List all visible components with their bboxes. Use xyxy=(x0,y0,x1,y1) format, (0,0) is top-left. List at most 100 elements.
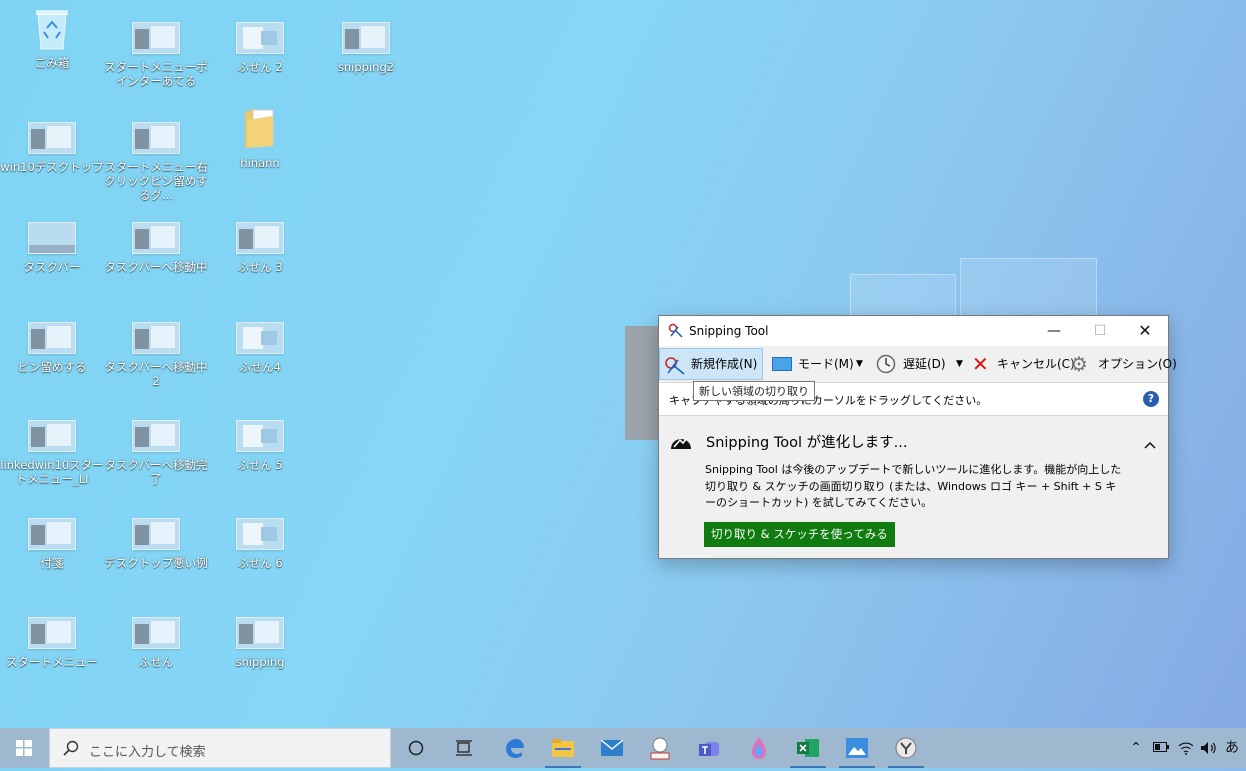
image-file-icon xyxy=(236,22,284,54)
image-file-icon xyxy=(132,518,180,550)
desktop-icon-label: ピン留めする xyxy=(17,360,87,374)
image-file-icon xyxy=(28,617,76,649)
desktop-icon[interactable]: デスクトップ悪い例 xyxy=(104,518,208,570)
image-file-icon xyxy=(132,322,180,354)
app-button[interactable] xyxy=(636,728,684,768)
desktop-icon-label: ふせん4 xyxy=(239,360,281,374)
cancel-x-icon: ✕ xyxy=(972,352,989,376)
desktop-icon[interactable]: タスクバーへ移動完了 xyxy=(104,420,208,486)
photos-icon xyxy=(846,738,868,758)
desktop-icon-label: ごみ箱 xyxy=(34,56,70,70)
desktop-icon[interactable]: win10デスクトップ xyxy=(0,122,104,174)
desktop-icon[interactable]: スタートメニュー右クリックピン留めするグ... xyxy=(104,122,208,202)
app-icon xyxy=(650,737,670,760)
try-snip-sketch-button[interactable]: 切り取り & スケッチを使ってみる xyxy=(704,522,895,547)
new-snip-button[interactable]: 新規作成(N) xyxy=(659,348,763,380)
mode-label: モード(M) xyxy=(798,357,854,371)
desktop-icon[interactable]: snipping2 xyxy=(314,22,418,74)
title-bar[interactable]: Snipping Tool — ☐ ✕ xyxy=(659,316,1168,346)
desktop-icon[interactable]: タスクバーへ移動中 xyxy=(104,222,208,274)
help-icon[interactable]: ? xyxy=(1143,391,1159,407)
minimize-button[interactable]: — xyxy=(1031,316,1077,346)
paint-button[interactable] xyxy=(735,728,783,768)
desktop-icon[interactable]: スタートメニューポインターあてる xyxy=(104,22,208,88)
rect-mode-icon xyxy=(772,357,792,371)
desktop-icon-label: デスクトップ悪い例 xyxy=(104,556,208,570)
cortana-icon xyxy=(408,740,424,756)
options-label: オプション(O) xyxy=(1098,357,1177,371)
paint-icon xyxy=(752,737,766,759)
desktop-icon-label: タスクバーへ移動中 xyxy=(104,260,208,274)
start-button[interactable] xyxy=(0,728,48,768)
new-snip-label: 新規作成(N) xyxy=(691,357,758,371)
desktop-icon[interactable]: ごみ箱 xyxy=(0,8,104,70)
options-button[interactable]: ⚙ オプション(O) xyxy=(1070,349,1177,379)
gear-icon: ⚙ xyxy=(1070,352,1088,376)
toolbar: 新規作成(N) モード(M) ▼ 遅延(D) ▼ ✕ キャンセル(C) ⚙ オプ… xyxy=(659,346,1177,382)
desktop-icon[interactable]: ふせん 5 xyxy=(208,420,312,472)
image-file-icon xyxy=(236,617,284,649)
battery-icon[interactable] xyxy=(1150,728,1172,768)
snipping-icon xyxy=(895,737,917,759)
cortana-button[interactable] xyxy=(392,728,440,768)
image-file-icon xyxy=(132,122,180,154)
desktop-icon[interactable]: hinann xyxy=(208,106,312,170)
image-file-icon xyxy=(132,22,180,54)
edge-button[interactable] xyxy=(490,728,538,768)
delay-button[interactable]: 遅延(D) ▼ xyxy=(876,349,968,379)
mail-icon xyxy=(601,740,623,756)
image-file-icon xyxy=(342,22,390,54)
desktop-icon-label: スタートメニュー xyxy=(6,655,98,669)
delay-dropdown-icon[interactable]: ▼ xyxy=(956,349,963,379)
cancel-button[interactable]: ✕ キャンセル(C) xyxy=(972,349,1075,379)
collapse-chevron-icon[interactable] xyxy=(1144,434,1156,453)
file-explorer-button[interactable] xyxy=(539,728,587,768)
mode-dropdown-icon[interactable]: ▼ xyxy=(856,349,863,379)
desktop-icon[interactable]: ふせん 3 xyxy=(208,222,312,274)
windows-logo-icon xyxy=(16,740,32,756)
image-file-icon xyxy=(28,518,76,550)
desktop-icon[interactable]: ふせん 2 xyxy=(208,22,312,74)
taskbar: ここに入力して検索 ⌃ あ xyxy=(0,728,1246,768)
mode-button[interactable]: モード(M) ▼ xyxy=(772,349,864,379)
recycle-bin-icon xyxy=(34,8,70,50)
teams-button[interactable] xyxy=(686,728,734,768)
excel-button[interactable] xyxy=(784,728,832,768)
desktop-icon-label: snipping2 xyxy=(337,60,395,74)
volume-icon[interactable] xyxy=(1198,728,1220,768)
wifi-icon[interactable] xyxy=(1176,728,1196,768)
snipping-tool-button[interactable] xyxy=(882,728,930,768)
new-snip-tooltip: 新しい領域の切り取り xyxy=(693,381,815,401)
image-file-icon xyxy=(28,222,76,254)
snipping-tool-window: Snipping Tool — ☐ ✕ 新規作成(N) モード(M) ▼ 遅延(… xyxy=(658,315,1177,559)
desktop-icon-label: ふせん 6 xyxy=(237,556,283,570)
file-explorer-icon xyxy=(552,739,574,757)
desktop-icon[interactable]: ふせん4 xyxy=(208,322,312,374)
taskbar-search-box[interactable]: ここに入力して検索 xyxy=(49,728,391,768)
maximize-button[interactable]: ☐ xyxy=(1077,316,1123,346)
desktop-icon-label: スタートメニューポインターあてる xyxy=(104,60,208,88)
desktop-icon[interactable]: タスクバー xyxy=(0,222,104,274)
task-view-button[interactable] xyxy=(440,728,488,768)
desktop-icon-label: ふせん 3 xyxy=(237,260,283,274)
clock-icon xyxy=(876,354,896,385)
desktop-icon[interactable]: ふせん xyxy=(104,617,208,669)
desktop-icon[interactable]: タスクバーへ移動中 2 xyxy=(104,322,208,388)
mail-button[interactable] xyxy=(588,728,636,768)
show-hidden-icons-chevron-icon[interactable]: ⌃ xyxy=(1126,728,1146,768)
desktop-icon[interactable]: ピン留めする xyxy=(0,322,104,374)
photos-button[interactable] xyxy=(833,728,881,768)
desktop-icon-label: スタートメニュー右クリックピン留めするグ... xyxy=(104,160,208,202)
desktop-icon[interactable]: linkedwin10スタートメニュー_LI xyxy=(0,420,104,486)
image-file-icon xyxy=(28,122,76,154)
ime-indicator[interactable]: あ xyxy=(1222,728,1242,768)
image-file-icon xyxy=(28,420,76,452)
close-button[interactable]: ✕ xyxy=(1122,316,1168,346)
folder-icon xyxy=(243,106,277,150)
desktop-icon[interactable]: スタートメニュー xyxy=(0,617,104,669)
desktop-icon[interactable]: ふせん 6 xyxy=(208,518,312,570)
desktop-icon-label: タスクバー xyxy=(23,260,81,274)
desktop-icon[interactable]: 付箋 xyxy=(0,518,104,570)
desktop-icon-label: タスクバーへ移動中 2 xyxy=(104,360,208,388)
desktop-icon[interactable]: snipping xyxy=(208,617,312,669)
